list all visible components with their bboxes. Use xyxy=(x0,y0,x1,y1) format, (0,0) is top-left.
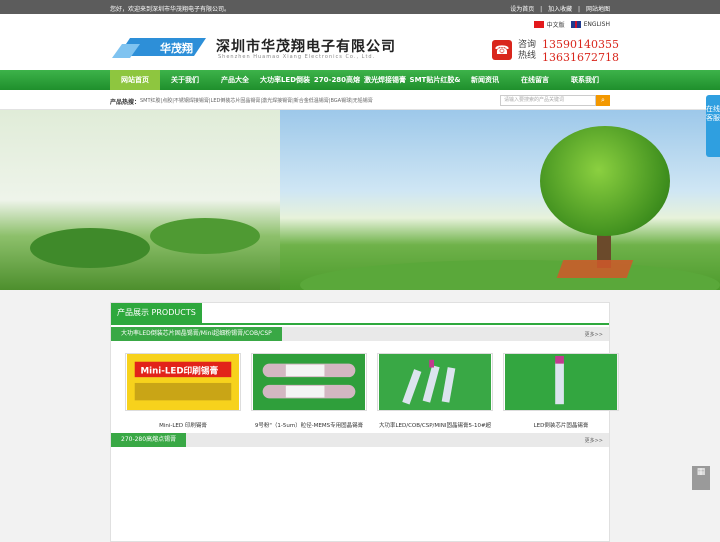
nav-message[interactable]: 在线留言 xyxy=(512,70,558,90)
recycle-symbol xyxy=(556,260,634,278)
banner-landscape-left xyxy=(0,110,280,290)
products-panel: 产品展示 PRODUCTS 大功率LED倒装芯片固晶锡膏/Mini超细粉锡膏/C… xyxy=(110,302,619,542)
qr-code-icon[interactable]: ▦ xyxy=(692,466,710,490)
panel-title-line xyxy=(111,323,609,325)
product-card[interactable]: Mini-LED印刷锡膏 Mini-LED 印刷锡膏 xyxy=(125,353,241,429)
more-link-2[interactable]: 更多>> xyxy=(585,437,603,444)
grass-field xyxy=(300,260,720,290)
company-logo[interactable]: 华茂翔 xyxy=(110,34,208,60)
search-button[interactable]: ⌕ xyxy=(596,95,610,106)
nav-smt-adhesive[interactable]: SMT贴片红胶& xyxy=(408,70,462,90)
hot-search-label: 产品热搜： xyxy=(110,99,141,106)
nav-home[interactable]: 网站首页 xyxy=(110,70,160,90)
product-image[interactable] xyxy=(503,353,619,411)
top-links: 设为首页 | 加入收藏 | 网站地图 xyxy=(506,4,610,13)
product-image[interactable] xyxy=(377,353,493,411)
bush-shape xyxy=(30,228,150,268)
lang-en-link[interactable]: ENGLISH xyxy=(584,21,610,28)
search-input[interactable]: 请输入要搜索的产品关键词 xyxy=(500,95,596,106)
nav-led-flipchip[interactable]: 大功率LED倒装 xyxy=(258,70,312,90)
product-image[interactable] xyxy=(251,353,367,411)
logo-text: 华茂翔 xyxy=(160,41,193,55)
more-link-1[interactable]: 更多>> xyxy=(585,331,603,338)
svg-text:Mini-LED印刷锡膏: Mini-LED印刷锡膏 xyxy=(141,364,219,376)
product-caption[interactable]: Mini-LED 印刷锡膏 xyxy=(125,421,241,429)
phone-number-1: 13590140355 xyxy=(542,38,619,51)
phone-icon: ☎ xyxy=(492,40,512,60)
search-icon: ⌕ xyxy=(601,96,605,104)
tree-crown xyxy=(540,126,670,236)
product-image[interactable]: Mini-LED印刷锡膏 xyxy=(125,353,241,411)
divider: | xyxy=(578,6,581,13)
category-bar-2: 270-280高熔点锡膏 更多>> xyxy=(111,433,609,447)
divider: | xyxy=(540,6,543,13)
nav-products[interactable]: 产品大全 xyxy=(212,70,258,90)
site-header: 中文版 ENGLISH 华茂翔 深圳市华茂翔电子有限公司 Shenzhen Hu… xyxy=(0,14,720,70)
panel-title: 产品展示 PRODUCTS xyxy=(111,303,202,323)
product-card[interactable]: 9号粉"（1-5um）粒径-MEMS专用固晶锡膏 xyxy=(251,353,367,429)
company-name: 深圳市华茂翔电子有限公司 xyxy=(216,39,396,55)
hotline-numbers: 13590140355 13631672718 xyxy=(542,38,619,64)
category-tab-1[interactable]: 大功率LED倒装芯片固晶锡膏/Mini超细粉锡膏/COB/CSP xyxy=(111,327,282,341)
company-name-en: Shenzhen Huamao Xiang Electronics Co., L… xyxy=(218,54,376,60)
hotline-label: 咨询 热线 xyxy=(518,40,537,61)
hot-search-keywords[interactable]: SMT红胶|点胶|不锈钢焊接锡膏|LED倒装芯片固晶锡膏|激光焊接锡膏|新合金低… xyxy=(140,97,373,104)
phone-number-2: 13631672718 xyxy=(542,51,619,64)
language-switcher: 中文版 ENGLISH xyxy=(528,20,610,29)
nav-laser-solder[interactable]: 激光焊接锡膏 xyxy=(362,70,408,90)
china-flag-icon[interactable] xyxy=(533,21,544,28)
online-service-tab[interactable]: 在线客服 xyxy=(706,95,720,157)
uk-flag-icon[interactable] xyxy=(570,21,581,28)
nav-contact[interactable]: 联系我们 xyxy=(562,70,608,90)
product-caption[interactable]: LED倒装芯片固晶锡膏 xyxy=(503,421,619,429)
lang-cn-link[interactable]: 中文版 xyxy=(547,20,565,29)
nav-high-melting[interactable]: 270-280高熔点 xyxy=(312,70,362,104)
hero-banner[interactable] xyxy=(0,110,720,290)
product-card[interactable]: 大功率LED/COB/CSP/MINI固晶锡膏5-10#超 xyxy=(377,353,493,429)
product-caption[interactable]: 大功率LED/COB/CSP/MINI固晶锡膏5-10#超 xyxy=(377,421,493,429)
bush-shape xyxy=(150,218,260,254)
welcome-text: 您好，欢迎来到深圳市华茂翔电子有限公司。 xyxy=(110,6,231,13)
category-bar-1: 大功率LED倒装芯片固晶锡膏/Mini超细粉锡膏/COB/CSP 更多>> xyxy=(111,327,609,341)
product-card[interactable]: LED倒装芯片固晶锡膏 xyxy=(503,353,619,429)
top-bar: 您好，欢迎来到深圳市华茂翔电子有限公司。 设为首页 | 加入收藏 | 网站地图 xyxy=(0,0,720,14)
main-nav: 网站首页 关于我们 产品大全 大功率LED倒装 270-280高熔点 激光焊接锡… xyxy=(0,70,720,104)
product-caption[interactable]: 9号粉"（1-5um）粒径-MEMS专用固晶锡膏 xyxy=(251,421,367,429)
add-favorite-link[interactable]: 加入收藏 xyxy=(548,6,572,13)
hot-search-bar: 产品热搜： SMT红胶|点胶|不锈钢焊接锡膏|LED倒装芯片固晶锡膏|激光焊接锡… xyxy=(0,90,720,110)
nav-about[interactable]: 关于我们 xyxy=(162,70,208,90)
nav-news[interactable]: 新闻资讯 xyxy=(462,70,508,90)
category-tab-2[interactable]: 270-280高熔点锡膏 xyxy=(111,433,187,447)
set-homepage-link[interactable]: 设为首页 xyxy=(510,6,534,13)
sitemap-link[interactable]: 网站地图 xyxy=(586,6,610,13)
